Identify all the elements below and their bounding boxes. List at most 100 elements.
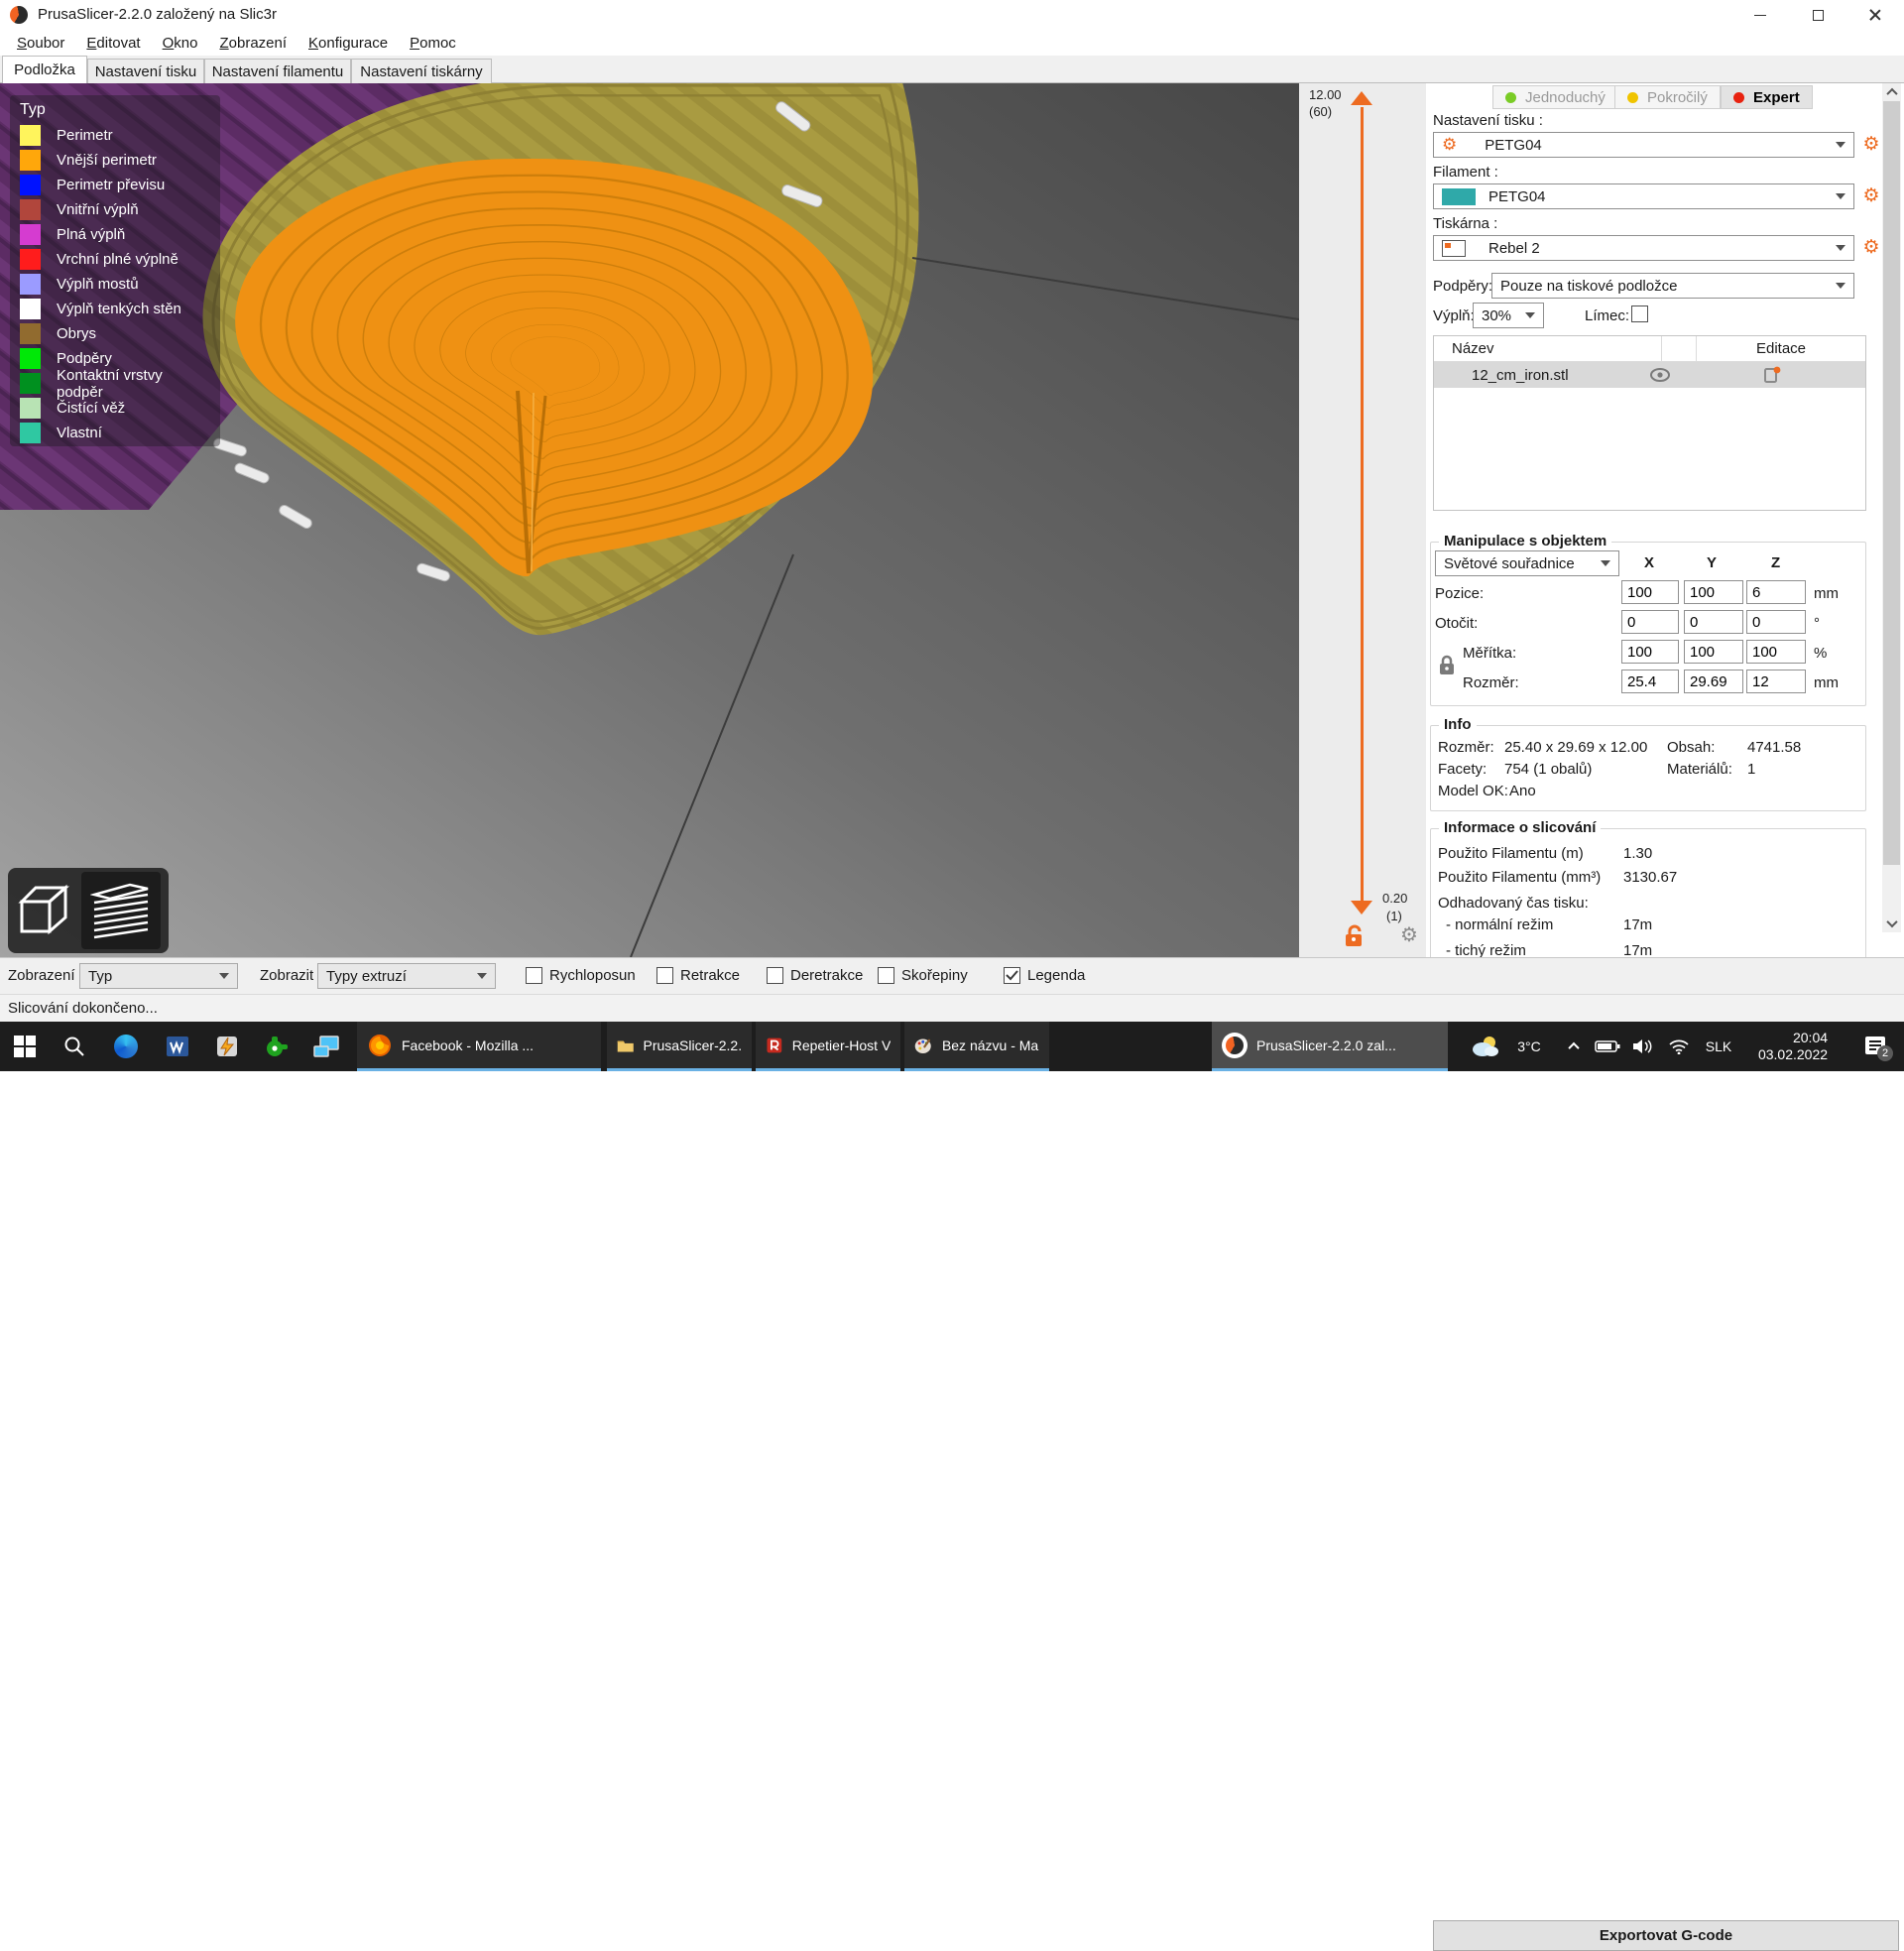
taskbar-window-repetier[interactable]: Repetier-Host V1.6.... bbox=[756, 1022, 900, 1071]
uniform-scale-lock-icon[interactable] bbox=[1438, 655, 1456, 676]
size-x-input[interactable] bbox=[1621, 670, 1679, 693]
info-modelok-value: Ano bbox=[1509, 783, 1536, 799]
slider-gear-icon[interactable]: ⚙ bbox=[1400, 922, 1418, 947]
taskbar-window-folder[interactable]: PrusaSlicer-2.2.0+w... bbox=[607, 1022, 752, 1071]
wifi-tray-button[interactable] bbox=[1662, 1022, 1696, 1071]
mode-advanced-button[interactable]: Pokročilý bbox=[1614, 85, 1721, 109]
position-z-input[interactable] bbox=[1746, 580, 1806, 604]
edge-taskbar-button[interactable] bbox=[103, 1022, 149, 1071]
scale-z-input[interactable] bbox=[1746, 640, 1806, 664]
mode-simple-button[interactable]: Jednoduchý bbox=[1492, 85, 1618, 109]
tab-nastaveni-filamentu[interactable]: Nastavení filamentu bbox=[204, 59, 351, 83]
brim-checkbox[interactable] bbox=[1631, 305, 1648, 322]
minimize-button[interactable] bbox=[1731, 0, 1789, 30]
viewport-3d[interactable]: Typ Perimetr Vnější perimetr Perimetr př… bbox=[0, 83, 1299, 957]
displays-taskbar-button[interactable] bbox=[303, 1022, 349, 1071]
filament-combo[interactable]: PETG04 bbox=[1433, 183, 1854, 209]
language-indicator[interactable]: SLK bbox=[1698, 1022, 1739, 1071]
legend-checkbox[interactable] bbox=[1004, 967, 1020, 984]
tab-podlozka[interactable]: Podložka bbox=[2, 56, 87, 83]
size-z-input[interactable] bbox=[1746, 670, 1806, 693]
layers-preview-button[interactable] bbox=[81, 872, 161, 949]
coordinates-combo[interactable]: Světové souřadnice bbox=[1435, 550, 1619, 576]
volume-tray-button[interactable] bbox=[1626, 1022, 1660, 1071]
layer-slider-track[interactable] bbox=[1361, 107, 1364, 903]
slider-lower-handle[interactable] bbox=[1351, 901, 1372, 915]
object-row-selected[interactable]: 12_cm_iron.stl bbox=[1434, 362, 1865, 388]
info-modelok-label: Model OK: bbox=[1438, 783, 1508, 799]
edit-settings-icon[interactable] bbox=[1762, 365, 1782, 385]
filament-used-m-value: 1.30 bbox=[1623, 845, 1652, 862]
show-features-combo[interactable]: Typy extruzí bbox=[317, 963, 496, 989]
chevron-up-icon bbox=[1568, 1042, 1579, 1053]
maximize-button[interactable] bbox=[1789, 0, 1846, 30]
3d-editor-view-button[interactable] bbox=[8, 872, 81, 949]
rotate-y-input[interactable] bbox=[1684, 610, 1743, 634]
scale-x-input[interactable] bbox=[1621, 640, 1679, 664]
filament-used-mm3-label: Použito Filamentu (mm³) bbox=[1438, 869, 1601, 886]
filament-color-swatch bbox=[1442, 188, 1476, 205]
panel-scrollbar[interactable] bbox=[1882, 83, 1901, 932]
printer-gear-button[interactable]: ⚙ bbox=[1860, 236, 1882, 260]
battery-tray-button[interactable] bbox=[1591, 1022, 1624, 1071]
edge-icon bbox=[114, 1035, 138, 1058]
axis-z-header: Z bbox=[1771, 554, 1780, 571]
scroll-up-button[interactable] bbox=[1882, 83, 1901, 101]
deretractions-checkbox[interactable] bbox=[767, 967, 783, 984]
eye-icon[interactable] bbox=[1649, 367, 1671, 383]
mode-expert-button[interactable]: Expert bbox=[1721, 85, 1813, 109]
scale-y-input[interactable] bbox=[1684, 640, 1743, 664]
taskbar-window-prusaslicer[interactable]: PrusaSlicer-2.2.0 zal... bbox=[1212, 1022, 1448, 1071]
retractions-checkbox[interactable] bbox=[656, 967, 673, 984]
status-text: Slicování dokončeno... bbox=[8, 1000, 158, 1017]
export-gcode-button[interactable]: Exportovat G-code bbox=[1433, 1920, 1899, 1951]
menu-konfigurace[interactable]: Konfigurace bbox=[298, 33, 399, 54]
info-volume-value: 4741.58 bbox=[1747, 739, 1801, 756]
filament-gear-button[interactable]: ⚙ bbox=[1860, 184, 1882, 208]
printer-combo[interactable]: Rebel 2 bbox=[1433, 235, 1854, 261]
clock[interactable]: 20:04 03.02.2022 bbox=[1741, 1022, 1844, 1071]
menu-okno[interactable]: Okno bbox=[152, 33, 209, 54]
menu-pomoc[interactable]: Pomoc bbox=[399, 33, 467, 54]
slider-upper-handle[interactable] bbox=[1351, 91, 1372, 105]
notification-badge: 2 bbox=[1877, 1045, 1893, 1061]
scroll-down-button[interactable] bbox=[1882, 915, 1901, 932]
start-button[interactable] bbox=[2, 1022, 48, 1071]
notification-center-button[interactable]: 2 bbox=[1852, 1022, 1898, 1071]
position-x-input[interactable] bbox=[1621, 580, 1679, 604]
tray-overflow-button[interactable] bbox=[1559, 1022, 1589, 1071]
rotate-z-input[interactable] bbox=[1746, 610, 1806, 634]
size-y-input[interactable] bbox=[1684, 670, 1743, 693]
estimated-time-label: Odhadovaný čas tisku: bbox=[1438, 895, 1589, 912]
unlock-icon[interactable] bbox=[1343, 924, 1365, 948]
infill-combo[interactable]: 30% bbox=[1473, 303, 1544, 328]
search-button[interactable] bbox=[52, 1022, 97, 1071]
tab-nastaveni-tiskarny[interactable]: Nastavení tiskárny bbox=[351, 59, 492, 83]
temperature-text[interactable]: 3°C bbox=[1507, 1022, 1551, 1071]
supports-combo[interactable]: Pouze na tiskové podložce bbox=[1491, 273, 1854, 299]
taskbar-window-paint[interactable]: Bez názvu - Malová... bbox=[904, 1022, 1049, 1071]
layer-slider-panel: 12.00 (60) 0.20 (1) ⚙ bbox=[1299, 83, 1426, 957]
print-settings-combo[interactable]: ⚙ PETG04 bbox=[1433, 132, 1854, 158]
close-button[interactable] bbox=[1846, 0, 1904, 30]
menu-zobrazeni[interactable]: Zobrazení bbox=[208, 33, 298, 54]
menu-editovat[interactable]: Editovat bbox=[75, 33, 151, 54]
taskbar-window-firefox[interactable]: Facebook - Mozilla ... bbox=[357, 1022, 601, 1071]
winamp-taskbar-button[interactable] bbox=[204, 1022, 250, 1071]
view-type-combo[interactable]: Typ bbox=[79, 963, 238, 989]
word-taskbar-button[interactable] bbox=[155, 1022, 200, 1071]
tab-nastaveni-tisku[interactable]: Nastavení tisku bbox=[87, 59, 204, 83]
color-swatch bbox=[20, 224, 41, 245]
green-app-taskbar-button[interactable] bbox=[254, 1022, 299, 1071]
weather-tray-button[interactable] bbox=[1462, 1022, 1507, 1071]
printer-label: Tiskárna : bbox=[1433, 215, 1497, 232]
travel-checkbox[interactable] bbox=[526, 967, 542, 984]
print-settings-gear-button[interactable]: ⚙ bbox=[1860, 133, 1882, 157]
position-y-input[interactable] bbox=[1684, 580, 1743, 604]
rotate-x-input[interactable] bbox=[1621, 610, 1679, 634]
menu-soubor[interactable]: Soubor bbox=[6, 33, 75, 54]
legend-item: Plná výplň bbox=[20, 222, 210, 247]
scrollbar-thumb[interactable] bbox=[1883, 101, 1900, 865]
shells-checkbox[interactable] bbox=[878, 967, 894, 984]
slider-bottom-layer: (1) bbox=[1386, 909, 1402, 923]
